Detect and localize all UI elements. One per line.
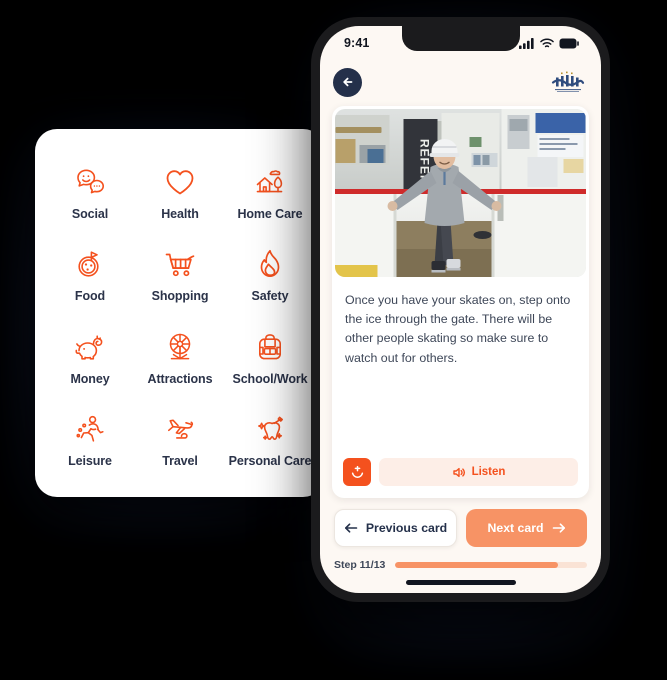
category-label: Safety (251, 289, 289, 304)
card-body-text: Once you have your skates on, step onto … (345, 293, 571, 365)
category-grid: Social Health Home Care Food Shopping Sa… (35, 129, 325, 497)
progress-row: Step 11/13 (320, 547, 601, 571)
category-label: Attractions (147, 371, 213, 386)
category-item-leisure[interactable]: Leisure (45, 399, 135, 482)
shopping-cart-icon (162, 246, 198, 282)
battery-icon (559, 38, 579, 48)
category-item-shopping[interactable]: Shopping (135, 234, 225, 317)
category-label: Health (161, 206, 199, 221)
house-tree-icon (252, 164, 288, 200)
category-panel: Social Health Home Care Food Shopping Sa… (35, 129, 325, 497)
category-item-travel[interactable]: Travel (135, 399, 225, 482)
category-label: Personal Care (228, 454, 312, 469)
previous-card-button[interactable]: Previous card (334, 509, 457, 547)
listen-button[interactable]: Listen (379, 458, 578, 486)
next-card-button[interactable]: Next card (466, 509, 587, 547)
progress-fill (395, 562, 559, 568)
smiley-face-button[interactable] (343, 458, 371, 486)
ferris-wheel-icon (162, 329, 198, 365)
category-item-attractions[interactable]: Attractions (135, 316, 225, 399)
arrow-left-icon (344, 523, 358, 533)
home-indicator (405, 580, 516, 585)
app-header (320, 60, 601, 104)
category-label: Shopping (151, 289, 209, 304)
phone-mockup: 9:41 Once you have your skates on, step … (311, 17, 610, 602)
smiley-face-icon (351, 465, 363, 478)
category-label: Travel (162, 454, 198, 469)
speech-bubbles-icon (72, 164, 108, 200)
next-card-label: Next card (487, 521, 544, 535)
previous-card-label: Previous card (365, 521, 448, 535)
pizza-icon (72, 246, 108, 282)
category-item-school-work[interactable]: School/Work (225, 316, 315, 399)
flame-icon (252, 246, 288, 282)
card-photo: REFEREE 2 (335, 109, 586, 277)
running-person-icon (72, 411, 108, 447)
category-item-money[interactable]: Money (45, 316, 135, 399)
learning-card: REFEREE 2 (332, 106, 589, 498)
category-label: Leisure (68, 454, 112, 469)
status-icons-group (519, 37, 579, 49)
category-item-social[interactable]: Social (45, 151, 135, 234)
back-button[interactable] (333, 67, 362, 97)
piggy-bank-icon (72, 329, 108, 365)
listen-row: Listen (332, 458, 589, 498)
arrow-right-icon (552, 523, 565, 533)
category-label: Food (74, 289, 106, 304)
category-item-home-care[interactable]: Home Care (225, 151, 315, 234)
category-item-safety[interactable]: Safety (225, 234, 315, 317)
category-item-personal-care[interactable]: Personal Care (225, 399, 315, 482)
listen-label: Listen (471, 466, 506, 478)
category-item-health[interactable]: Health (135, 151, 225, 234)
cellular-signal-icon (519, 37, 534, 49)
back-arrow-icon (342, 77, 352, 87)
speaker-icon (452, 467, 465, 477)
phone-screen: 9:41 Once you have your skates on, step … (320, 26, 601, 593)
category-label: Home Care (237, 206, 303, 221)
category-label: School/Work (232, 371, 308, 386)
status-clock: 9:41 (344, 36, 370, 50)
heart-icon (162, 164, 198, 200)
ice-rink-photo-illustration: REFEREE 2 (335, 109, 586, 277)
card-navigation: Previous card Next card (320, 498, 601, 547)
screenshot-stage: Social Health Home Care Food Shopping Sa… (0, 0, 667, 680)
wifi-icon (540, 38, 554, 47)
category-label: Money (70, 371, 110, 386)
progress-track (395, 562, 587, 568)
halton-hills-logo-icon (551, 71, 585, 92)
backpack-icon (252, 329, 288, 365)
category-label: Social (71, 206, 109, 221)
airplane-icon (162, 411, 198, 447)
tooth-brush-icon (252, 411, 288, 447)
step-label: Step 11/13 (334, 559, 386, 571)
category-item-food[interactable]: Food (45, 234, 135, 317)
status-bar: 9:41 (320, 26, 601, 60)
